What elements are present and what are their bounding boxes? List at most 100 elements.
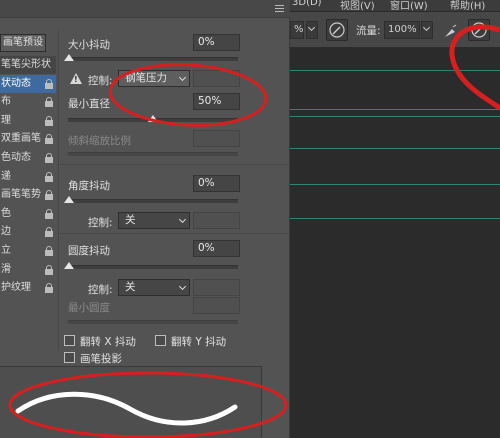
brush-setting-item[interactable]: 布 xyxy=(0,93,56,111)
lock-icon[interactable] xyxy=(45,190,53,201)
min-diameter-field[interactable]: 50% xyxy=(193,93,240,110)
brush-setting-item[interactable]: 立 xyxy=(0,242,56,260)
flow-dropdown[interactable] xyxy=(421,21,433,39)
slider-knob[interactable] xyxy=(64,196,74,203)
angle-control-value: 关 xyxy=(125,214,136,226)
menu-3d[interactable]: 3D(D) xyxy=(292,0,322,8)
lock-icon[interactable] xyxy=(45,246,53,256)
divider xyxy=(58,30,59,350)
brush-setting-item[interactable]: 递 xyxy=(0,168,56,186)
brush-setting-label: 布 xyxy=(1,96,11,108)
lock-icon[interactable] xyxy=(45,153,53,163)
guide-line xyxy=(290,70,500,71)
tilt-scale-label: 倾斜缩放比例 xyxy=(68,135,131,147)
brush-setting-label: 色 xyxy=(1,207,11,219)
size-jitter-field[interactable]: 0% xyxy=(193,34,240,51)
chevron-down-icon xyxy=(307,23,316,32)
roundness-fade-field xyxy=(193,279,240,296)
lock-icon[interactable] xyxy=(45,97,53,108)
brush-setting-item[interactable]: 笔笔尖形状 xyxy=(0,56,56,74)
flip-y-checkbox[interactable] xyxy=(155,335,166,346)
roundness-jitter-field[interactable]: 0% xyxy=(193,240,240,257)
angle-jitter-slider[interactable] xyxy=(68,199,238,203)
brush-setting-label: 笔笔尖形状 xyxy=(1,59,51,70)
min-roundness-slider xyxy=(68,320,238,324)
document-canvas[interactable] xyxy=(290,48,500,438)
guide-line xyxy=(290,184,500,185)
lock-icon[interactable] xyxy=(45,115,53,126)
brush-setting-item[interactable]: 理 xyxy=(0,112,56,130)
roundness-jitter-label: 圆度抖动 xyxy=(68,245,110,257)
roundness-control-select[interactable]: 关 xyxy=(118,279,190,296)
lock-icon[interactable] xyxy=(45,78,53,89)
fade-steps-field[interactable] xyxy=(193,70,240,87)
menu-window[interactable]: 窗口(W) xyxy=(390,0,428,12)
brush-presets-button[interactable]: 画笔预设 xyxy=(0,34,46,52)
brush-projection-checkbox[interactable] xyxy=(64,352,75,363)
brush-setting-item[interactable]: 护纹理 xyxy=(0,279,56,297)
stroke-preview-graphic xyxy=(15,391,238,426)
guide-line xyxy=(290,116,500,117)
slider-knob[interactable] xyxy=(148,115,158,122)
brush-setting-label: 理 xyxy=(1,114,11,126)
lock-icon[interactable] xyxy=(45,208,53,219)
flow-field[interactable]: 100% xyxy=(384,21,420,39)
pen-pressure-icon xyxy=(329,22,345,38)
lock-icon[interactable] xyxy=(45,134,53,145)
brush-setting-label: 双重画笔 xyxy=(1,133,41,145)
angle-fade-field xyxy=(193,212,240,229)
chevron-down-icon xyxy=(178,282,187,291)
guide-line xyxy=(290,148,500,149)
lock-icon[interactable] xyxy=(45,171,53,182)
size-jitter-slider[interactable] xyxy=(68,57,238,61)
menu-help[interactable]: 帮助(H) xyxy=(450,0,485,12)
brush-setting-label: 色动态 xyxy=(1,152,31,163)
lock-icon[interactable] xyxy=(45,264,53,275)
tilt-scale-slider xyxy=(68,152,238,156)
brush-setting-item[interactable]: 滑 xyxy=(0,261,56,279)
opacity-field-fragment[interactable]: % xyxy=(290,21,304,39)
angle-control-select[interactable]: 关 xyxy=(118,212,190,229)
menu-view[interactable]: 视图(V) xyxy=(340,0,375,12)
size-control-select[interactable]: 钢笔压力 xyxy=(118,70,190,87)
flip-x-label: 翻转 X 抖动 xyxy=(80,336,136,348)
brush-setting-item[interactable]: 色 xyxy=(0,205,56,223)
control-label: 控制: xyxy=(88,284,113,296)
airbrush-icon[interactable] xyxy=(442,24,458,43)
brush-setting-label: 滑 xyxy=(1,263,11,275)
angle-jitter-field[interactable]: 0% xyxy=(193,175,240,192)
brush-setting-item[interactable]: 双重画笔 xyxy=(0,130,56,148)
panel-menu-icon[interactable] xyxy=(275,5,284,12)
lock-icon[interactable] xyxy=(45,283,53,294)
chevron-down-icon xyxy=(178,215,187,224)
brush-setting-item[interactable]: 状动态 xyxy=(0,74,56,93)
lock-icon[interactable] xyxy=(45,227,53,238)
control-label: 控制: xyxy=(88,75,113,87)
brush-setting-item[interactable]: 画笔笔势 xyxy=(0,186,56,204)
brush-setting-item[interactable]: 边 xyxy=(0,223,56,241)
opacity-dropdown[interactable] xyxy=(306,21,318,39)
menu-bar: 3D(D) 视图(V) 窗口(W) 帮助(H) xyxy=(290,0,500,12)
panel-header xyxy=(0,0,290,18)
chevron-down-icon xyxy=(422,23,431,32)
min-diameter-label: 最小直径 xyxy=(68,98,110,110)
brush-setting-item[interactable]: 色动态 xyxy=(0,149,56,167)
brush-stroke-preview xyxy=(0,366,262,438)
roundness-control-value: 关 xyxy=(125,281,136,293)
size-jitter-label: 大小抖动 xyxy=(68,39,110,51)
brush-projection-label: 画笔投影 xyxy=(80,353,122,365)
pressure-opacity-button[interactable] xyxy=(326,19,348,41)
brush-setting-label: 画笔笔势 xyxy=(1,189,41,201)
flow-label: 流量: xyxy=(356,25,381,37)
chevron-down-icon xyxy=(178,73,187,82)
roundness-jitter-slider[interactable] xyxy=(68,265,238,269)
slider-knob[interactable] xyxy=(64,54,74,61)
guide-line xyxy=(290,218,500,219)
pressure-size-button[interactable] xyxy=(468,19,490,41)
flip-y-label: 翻转 Y 抖动 xyxy=(171,336,227,348)
section-divider xyxy=(60,233,290,234)
flip-x-checkbox[interactable] xyxy=(64,335,75,346)
brush-panel: 画笔预设 笔笔尖形状 状动态布理双重画笔 色动态递画笔笔势色边立滑护纹理 大小抖动 … xyxy=(0,0,290,438)
slider-knob[interactable] xyxy=(64,262,74,269)
pen-pressure-icon xyxy=(471,22,487,38)
